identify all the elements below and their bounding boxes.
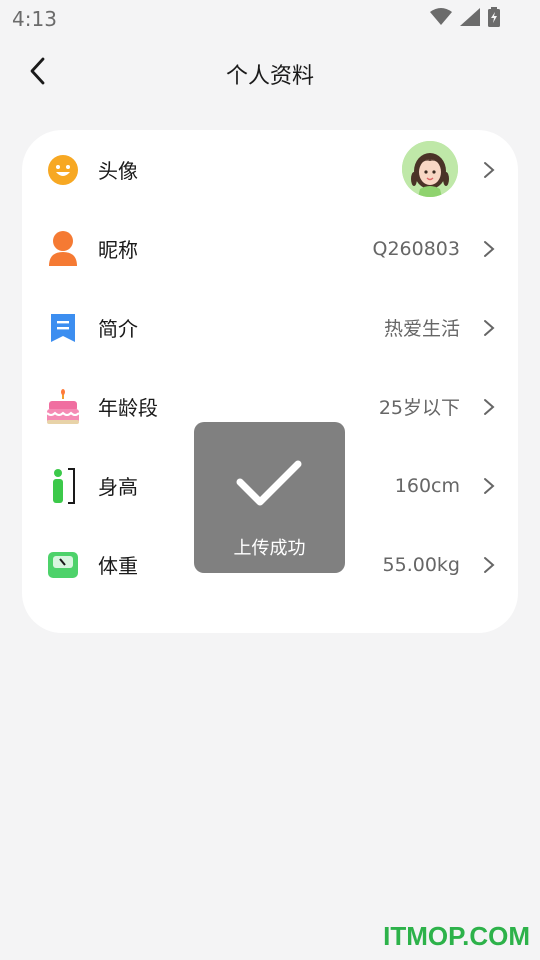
header: 个人资料 [0, 46, 540, 100]
wifi-icon [430, 8, 452, 30]
chevron-right-icon [482, 397, 496, 417]
row-nickname[interactable]: 昵称 Q260803 [22, 209, 518, 288]
row-value-height: 160cm [394, 474, 460, 497]
status-bar: 4:13 [0, 0, 540, 36]
person-icon [46, 230, 80, 266]
status-time: 4:13 [12, 7, 57, 31]
chevron-right-icon [482, 239, 496, 259]
row-bio[interactable]: 简介 热爱生活 [22, 288, 518, 367]
status-icons [430, 7, 500, 31]
height-person-icon [46, 467, 80, 504]
toast-message: 上传成功 [233, 538, 306, 559]
row-value-nickname: Q260803 [372, 237, 461, 260]
checkmark-icon [236, 458, 302, 512]
page-title: 个人资料 [225, 64, 314, 89]
birthday-cake-icon [46, 388, 80, 424]
row-avatar[interactable]: 头像 [22, 130, 518, 209]
chevron-right-icon [482, 318, 496, 338]
row-label-bio: 简介 [98, 317, 138, 341]
row-value-age-group: 25岁以下 [378, 397, 460, 419]
chevron-right-icon [482, 555, 496, 575]
watermark: ITMOP.COM [383, 921, 530, 951]
bookmark-note-icon [46, 311, 80, 345]
avatar[interactable] [402, 141, 458, 197]
smiley-face-icon [46, 153, 80, 187]
chevron-right-icon [482, 476, 496, 496]
weight-scale-icon [46, 548, 80, 582]
row-value-weight: 55.00kg [382, 553, 460, 576]
upload-success-toast: 上传成功 [194, 422, 345, 573]
row-label-avatar: 头像 [98, 159, 138, 183]
row-label-height: 身高 [98, 475, 138, 499]
battery-charging-icon [488, 7, 500, 31]
signal-icon [460, 8, 480, 30]
row-label-weight: 体重 [98, 554, 138, 578]
row-label-nickname: 昵称 [98, 238, 138, 262]
chevron-right-icon [482, 160, 496, 180]
row-label-age-group: 年龄段 [98, 396, 158, 420]
row-value-bio: 热爱生活 [383, 318, 460, 340]
